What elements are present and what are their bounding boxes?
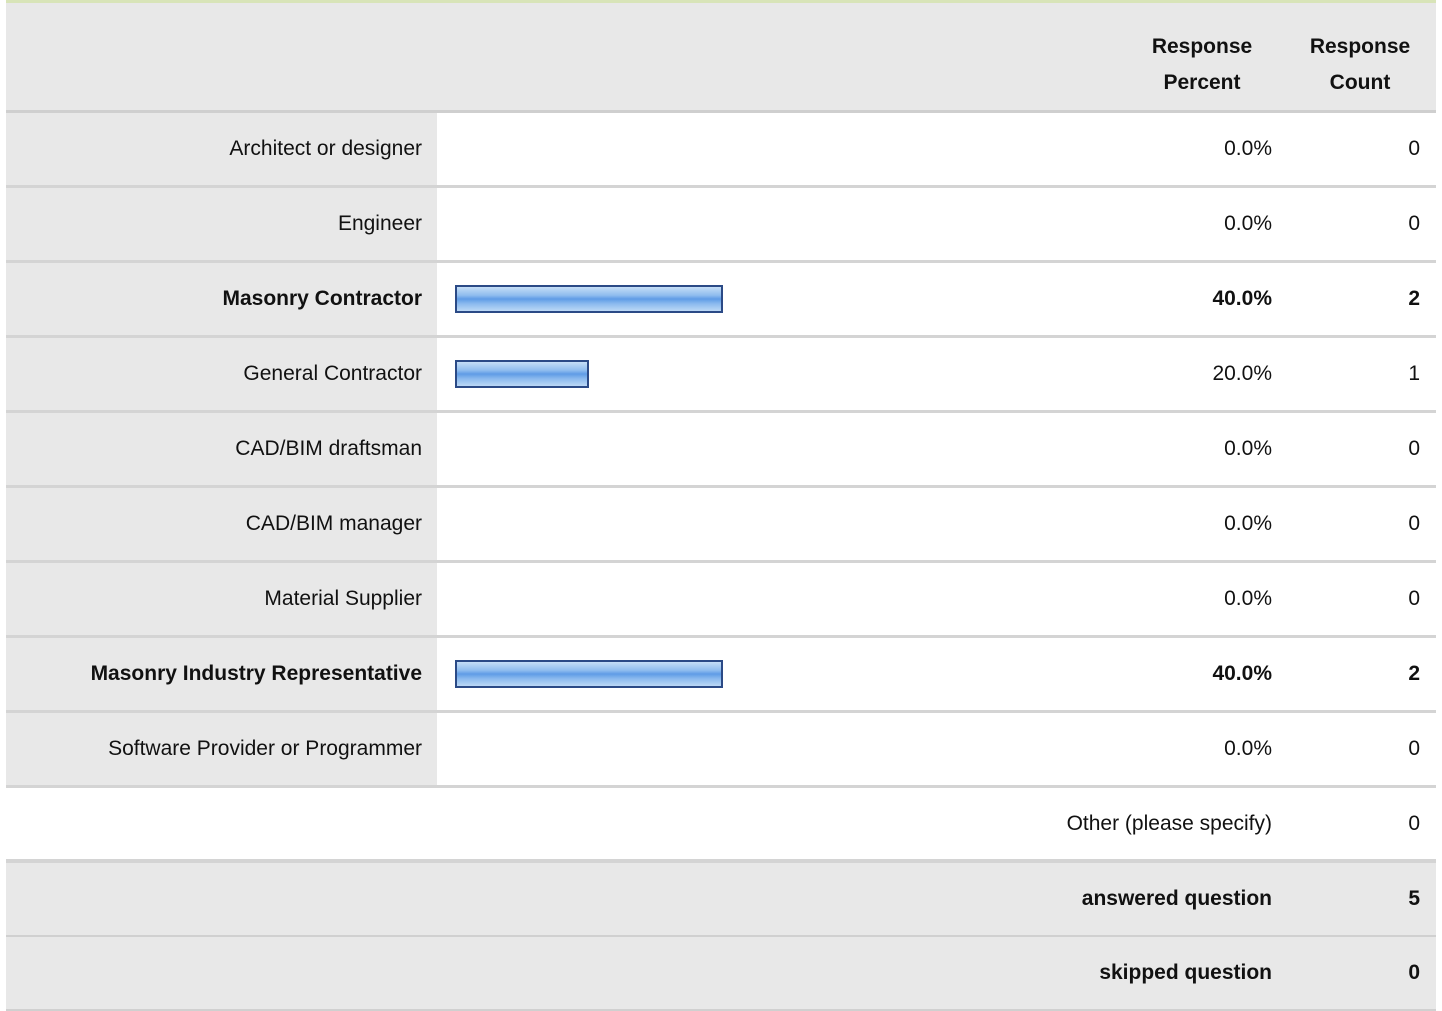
- response-percent: 20.0%: [1212, 362, 1272, 385]
- bar-area: [455, 488, 1015, 560]
- table-row: Masonry Industry Representative 40.0% 2: [6, 638, 1436, 713]
- survey-results-table: Response Percent Response Count Architec…: [6, 0, 1436, 1011]
- response-percent: 40.0%: [1212, 287, 1272, 310]
- bar-area: [455, 713, 1015, 785]
- table-row: Architect or designer 0.0% 0: [6, 113, 1436, 188]
- other-label: Other (please specify): [1066, 811, 1272, 835]
- skipped-question-count: 0: [1408, 961, 1420, 984]
- skipped-question-label: skipped question: [1099, 961, 1272, 984]
- response-count-header: Response Count: [1292, 29, 1428, 101]
- answer-label: CAD/BIM draftsman: [6, 413, 437, 485]
- answer-label: Material Supplier: [6, 563, 437, 635]
- response-count: 0: [1408, 437, 1420, 460]
- response-count: 0: [1408, 512, 1420, 535]
- bar-area: [455, 638, 1015, 710]
- response-percent: 0.0%: [1224, 212, 1272, 235]
- answer-label: Masonry Industry Representative: [6, 638, 437, 710]
- response-count: 0: [1408, 587, 1420, 610]
- answer-label: CAD/BIM manager: [6, 488, 437, 560]
- bar-area: [455, 338, 1015, 410]
- response-percent: 0.0%: [1224, 437, 1272, 460]
- answered-question-count: 5: [1408, 887, 1420, 910]
- bar-area: [455, 413, 1015, 485]
- answer-label: Software Provider or Programmer: [6, 713, 437, 785]
- answer-label: Architect or designer: [6, 113, 437, 185]
- answered-question-label: answered question: [1081, 887, 1272, 910]
- table-row: CAD/BIM draftsman 0.0% 0: [6, 413, 1436, 488]
- response-count: 0: [1408, 737, 1420, 760]
- response-percent: 0.0%: [1224, 587, 1272, 610]
- bar-area: [455, 188, 1015, 260]
- response-percent: 40.0%: [1212, 662, 1272, 685]
- response-count: 1: [1408, 362, 1420, 385]
- response-percent: 0.0%: [1224, 512, 1272, 535]
- table-row: CAD/BIM manager 0.0% 0: [6, 488, 1436, 563]
- response-percent-header-line2: Percent: [1163, 71, 1241, 94]
- response-percent: 0.0%: [1224, 737, 1272, 760]
- response-bar: [455, 660, 723, 688]
- answer-label: Engineer: [6, 188, 437, 260]
- response-count: 0: [1408, 212, 1420, 235]
- response-bar: [455, 285, 723, 313]
- bar-area: [455, 113, 1015, 185]
- bar-area: [455, 263, 1015, 335]
- response-percent: 0.0%: [1224, 137, 1272, 160]
- table-header: Response Percent Response Count: [6, 3, 1436, 113]
- skipped-question-row: skipped question 0: [6, 937, 1436, 1011]
- answer-label: Masonry Contractor: [6, 263, 437, 335]
- response-count: 0: [1408, 137, 1420, 160]
- answer-label: General Contractor: [6, 338, 437, 410]
- response-percent-header: Response Percent: [1132, 29, 1272, 101]
- other-count: 0: [1408, 811, 1420, 835]
- response-bar: [455, 360, 589, 388]
- table-row: Software Provider or Programmer 0.0% 0: [6, 713, 1436, 788]
- other-row: Other (please specify) 0: [6, 788, 1436, 863]
- table-row: Material Supplier 0.0% 0: [6, 563, 1436, 638]
- table-row: General Contractor 20.0% 1: [6, 338, 1436, 413]
- response-count: 2: [1408, 287, 1420, 310]
- bar-area: [455, 563, 1015, 635]
- table-row: Engineer 0.0% 0: [6, 188, 1436, 263]
- response-count-header-line2: Count: [1329, 71, 1391, 94]
- response-count: 2: [1408, 662, 1420, 685]
- response-percent-header-line1: Response: [1151, 35, 1253, 58]
- table-row: Masonry Contractor 40.0% 2: [6, 263, 1436, 338]
- response-count-header-line1: Response: [1309, 35, 1411, 58]
- answered-question-row: answered question 5: [6, 863, 1436, 937]
